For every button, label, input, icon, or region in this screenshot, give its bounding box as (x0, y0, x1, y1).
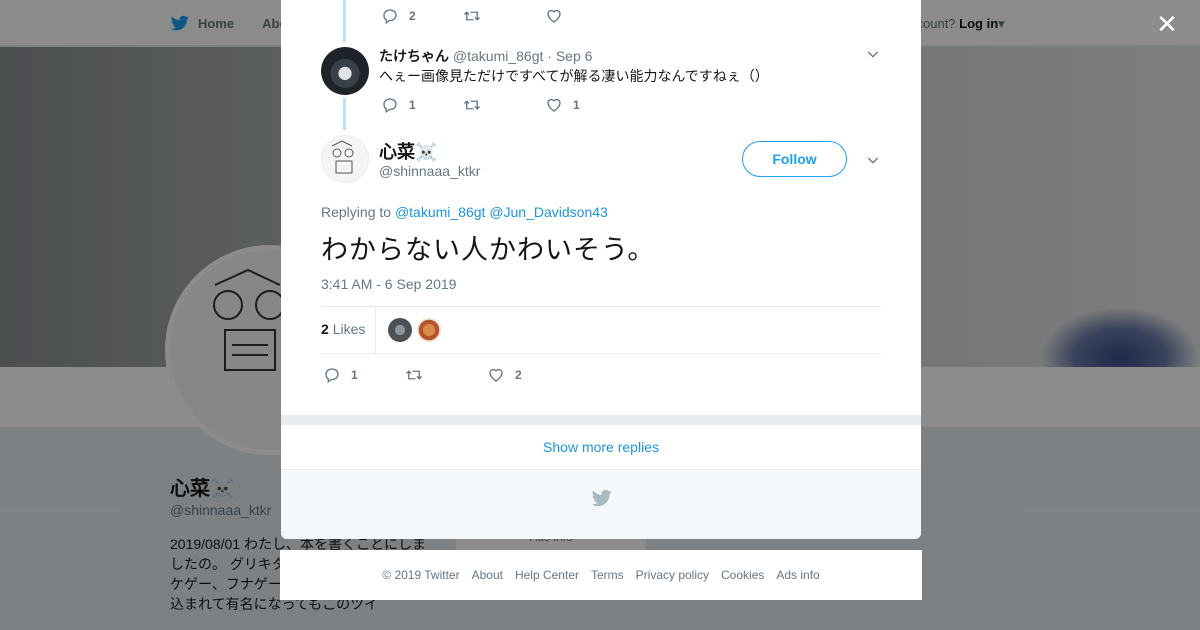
footer-terms-link[interactable]: Terms (591, 568, 624, 582)
liker-avatar[interactable] (388, 318, 412, 342)
reply-author-handle[interactable]: @takumi_86gt (453, 48, 543, 64)
liker-avatar[interactable] (417, 318, 441, 342)
main-tweet-author-name[interactable]: 心菜☠️ (379, 138, 437, 164)
main-tweet-actions: 1 2 (323, 366, 569, 384)
separator-band (281, 415, 921, 425)
reply-button[interactable]: 1 (381, 96, 463, 114)
reply-icon (325, 368, 339, 384)
reply-button[interactable]: 2 (381, 7, 463, 25)
like-button[interactable] (545, 7, 627, 25)
thread-line (343, 98, 346, 130)
reply-icon (383, 98, 397, 114)
main-tweet-avatar[interactable] (321, 135, 369, 183)
heart-icon (547, 98, 561, 112)
footer-help-link[interactable]: Help Center (515, 568, 579, 582)
tweet-modal: 2 たけちゃん @takumi_86gt · Sep 6 へぇー画像見ただけです… (281, 0, 921, 539)
close-icon[interactable]: ✕ (1155, 11, 1179, 37)
thread-line (343, 0, 346, 42)
retweet-icon (464, 11, 480, 21)
retweet-icon (406, 370, 422, 380)
retweet-button[interactable] (405, 366, 487, 384)
reply-text: へぇー画像見ただけですべてが解る凄い能力なんですねぇ（） (379, 68, 769, 84)
reply-header: たけちゃん @takumi_86gt · Sep 6 (379, 46, 592, 66)
footer-cookies-link[interactable]: Cookies (721, 568, 764, 582)
heart-icon (547, 9, 561, 23)
mention-link[interactable]: @takumi_86gt (395, 204, 485, 220)
footer-copyright: © 2019 Twitter (382, 568, 460, 582)
reply-date[interactable]: · Sep 6 (547, 48, 592, 64)
divider (321, 353, 881, 354)
retweet-icon (464, 100, 480, 110)
retweet-button[interactable] (463, 7, 545, 25)
replying-to: Replying to @takumi_86gt @Jun_Davidson43 (321, 204, 608, 220)
retweet-button[interactable] (463, 96, 545, 114)
main-tweet-timestamp[interactable]: 3:41 AM - 6 Sep 2019 (321, 276, 456, 292)
main-tweet-text: わからない人かわいそう。 (321, 235, 656, 265)
show-more-replies-button[interactable]: Show more replies (281, 425, 921, 470)
reply-author-name[interactable]: たけちゃん (379, 48, 449, 64)
likes-count[interactable]: 2 Likes (321, 321, 365, 337)
page-footer: © 2019 Twitter About Help Center Terms P… (280, 550, 922, 600)
reply-button[interactable]: 1 (323, 366, 405, 384)
like-button[interactable]: 2 (487, 366, 569, 384)
chevron-down-icon[interactable] (865, 46, 881, 62)
footer-ads-link[interactable]: Ads info (776, 568, 819, 582)
reply-tweet-actions: 1 1 (381, 96, 627, 114)
heart-icon (489, 368, 503, 382)
divider (375, 307, 376, 353)
like-button[interactable]: 1 (545, 96, 627, 114)
reply-icon (383, 9, 397, 25)
twitter-bird-icon (591, 489, 612, 507)
main-tweet-author-handle[interactable]: @shinnaaa_ktkr (379, 163, 480, 179)
reply-avatar[interactable] (321, 47, 369, 95)
mention-link[interactable]: @Jun_Davidson43 (489, 204, 608, 220)
prev-tweet-actions: 2 (381, 7, 627, 25)
footer-privacy-link[interactable]: Privacy policy (636, 568, 709, 582)
chevron-down-icon[interactable] (865, 152, 881, 168)
divider (321, 306, 881, 307)
footer-about-link[interactable]: About (472, 568, 503, 582)
follow-button[interactable]: Follow (742, 141, 847, 177)
